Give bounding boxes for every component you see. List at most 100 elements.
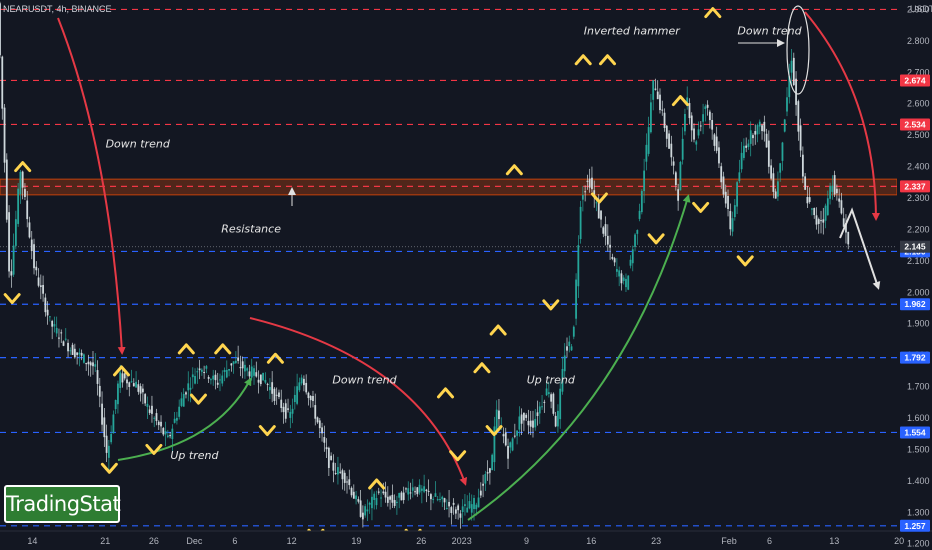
candle-body [727, 195, 729, 209]
candle-body [609, 244, 611, 248]
candle-body [162, 428, 165, 435]
candle-body [684, 113, 686, 132]
x-tick-label: 14 [27, 536, 37, 546]
candle-body [244, 364, 246, 372]
candle-body [523, 412, 525, 421]
candle-body [98, 385, 101, 397]
price-chart[interactable]: Down trend Resistance Up trend Down trend Up… [0, 0, 932, 550]
candle-body [303, 378, 305, 386]
candle-body [139, 386, 142, 394]
candle-body [513, 435, 516, 437]
x-tick-label: 26 [416, 536, 426, 546]
price-tag-text: 1.962 [904, 299, 926, 309]
candle-body [219, 379, 221, 381]
candle-body [103, 417, 106, 438]
candle-body [518, 416, 521, 430]
candle-body [706, 104, 709, 108]
candle-body [758, 121, 761, 127]
swing-low-marker [145, 443, 163, 455]
candle-body [221, 375, 224, 384]
candle-body [799, 125, 802, 151]
x-tick-label: 19 [351, 536, 361, 546]
x-tick-label: 13 [829, 536, 839, 546]
candle-body [64, 338, 67, 340]
candle-body [618, 270, 621, 277]
candle-body [359, 500, 362, 517]
candle-body [833, 175, 836, 195]
candle-body [339, 471, 342, 473]
candle-body [14, 219, 17, 246]
candle-body [604, 224, 607, 236]
candle-body [575, 279, 577, 319]
candle-body [230, 363, 233, 366]
y-tick-label: 1.200 [907, 539, 930, 549]
candle-body [357, 499, 360, 502]
candle-body [611, 257, 614, 259]
candle-body [298, 382, 301, 391]
candle-body [327, 447, 330, 468]
candle-body [801, 154, 804, 177]
candle-body [420, 488, 423, 491]
candle-body [808, 197, 811, 202]
candle-body [452, 502, 455, 505]
candle-body [35, 266, 38, 271]
candle-body [321, 427, 323, 434]
candle-body [504, 432, 507, 446]
candle-body [754, 131, 757, 135]
candle-body [527, 420, 530, 426]
candle-body [268, 387, 271, 391]
candle-body [198, 368, 201, 371]
x-tick-label: 9 [524, 536, 529, 546]
candle-body [203, 372, 206, 374]
swing-high-marker [599, 54, 616, 66]
candle-body [738, 172, 741, 182]
candle-body [824, 205, 827, 221]
candle-body [409, 492, 412, 494]
candle-body [659, 94, 661, 111]
candle-body [629, 259, 632, 266]
candle-body [820, 220, 822, 222]
candle-body [189, 387, 192, 390]
candle-body [123, 373, 126, 379]
candle-body [89, 362, 92, 366]
x-tick-label: 23 [651, 536, 661, 546]
y-tick-label: 2.800 [907, 36, 930, 46]
candle-body [591, 177, 593, 190]
candle-body [176, 417, 178, 421]
current-price-tag: 2.145 [900, 240, 930, 253]
candle-body [543, 401, 546, 403]
price-tag-text: 2.674 [904, 75, 926, 85]
candle-body [402, 492, 405, 501]
candle-body [73, 348, 76, 358]
x-tick-label: 6 [767, 536, 772, 546]
candle-body [688, 103, 691, 119]
candle-body [702, 114, 704, 122]
swing-high-marker [214, 343, 232, 355]
candle-body [225, 369, 228, 378]
swing-low-marker [3, 293, 21, 305]
candle-body [121, 373, 124, 383]
candle-body [783, 119, 786, 132]
candle-body [752, 135, 754, 139]
candle-body [511, 438, 514, 451]
candle-body [525, 414, 528, 418]
price-level-tag: 2.674 [900, 74, 930, 87]
candle-body [323, 437, 326, 443]
candle-body [166, 435, 169, 438]
candle-body [622, 277, 625, 281]
candle-body [348, 479, 351, 486]
candle-body [459, 513, 462, 518]
candle-body [407, 488, 410, 495]
candle-body [21, 171, 24, 188]
candle-body [779, 163, 782, 173]
candle-body [835, 188, 838, 194]
candle-body [670, 143, 673, 158]
candle-body [255, 372, 258, 377]
candle-body [178, 406, 181, 417]
candle-body [625, 278, 627, 288]
candle-body [232, 361, 235, 364]
candle-body [398, 493, 401, 498]
candle-body [69, 350, 72, 352]
candle-body [595, 202, 598, 204]
candle-body [772, 173, 775, 192]
